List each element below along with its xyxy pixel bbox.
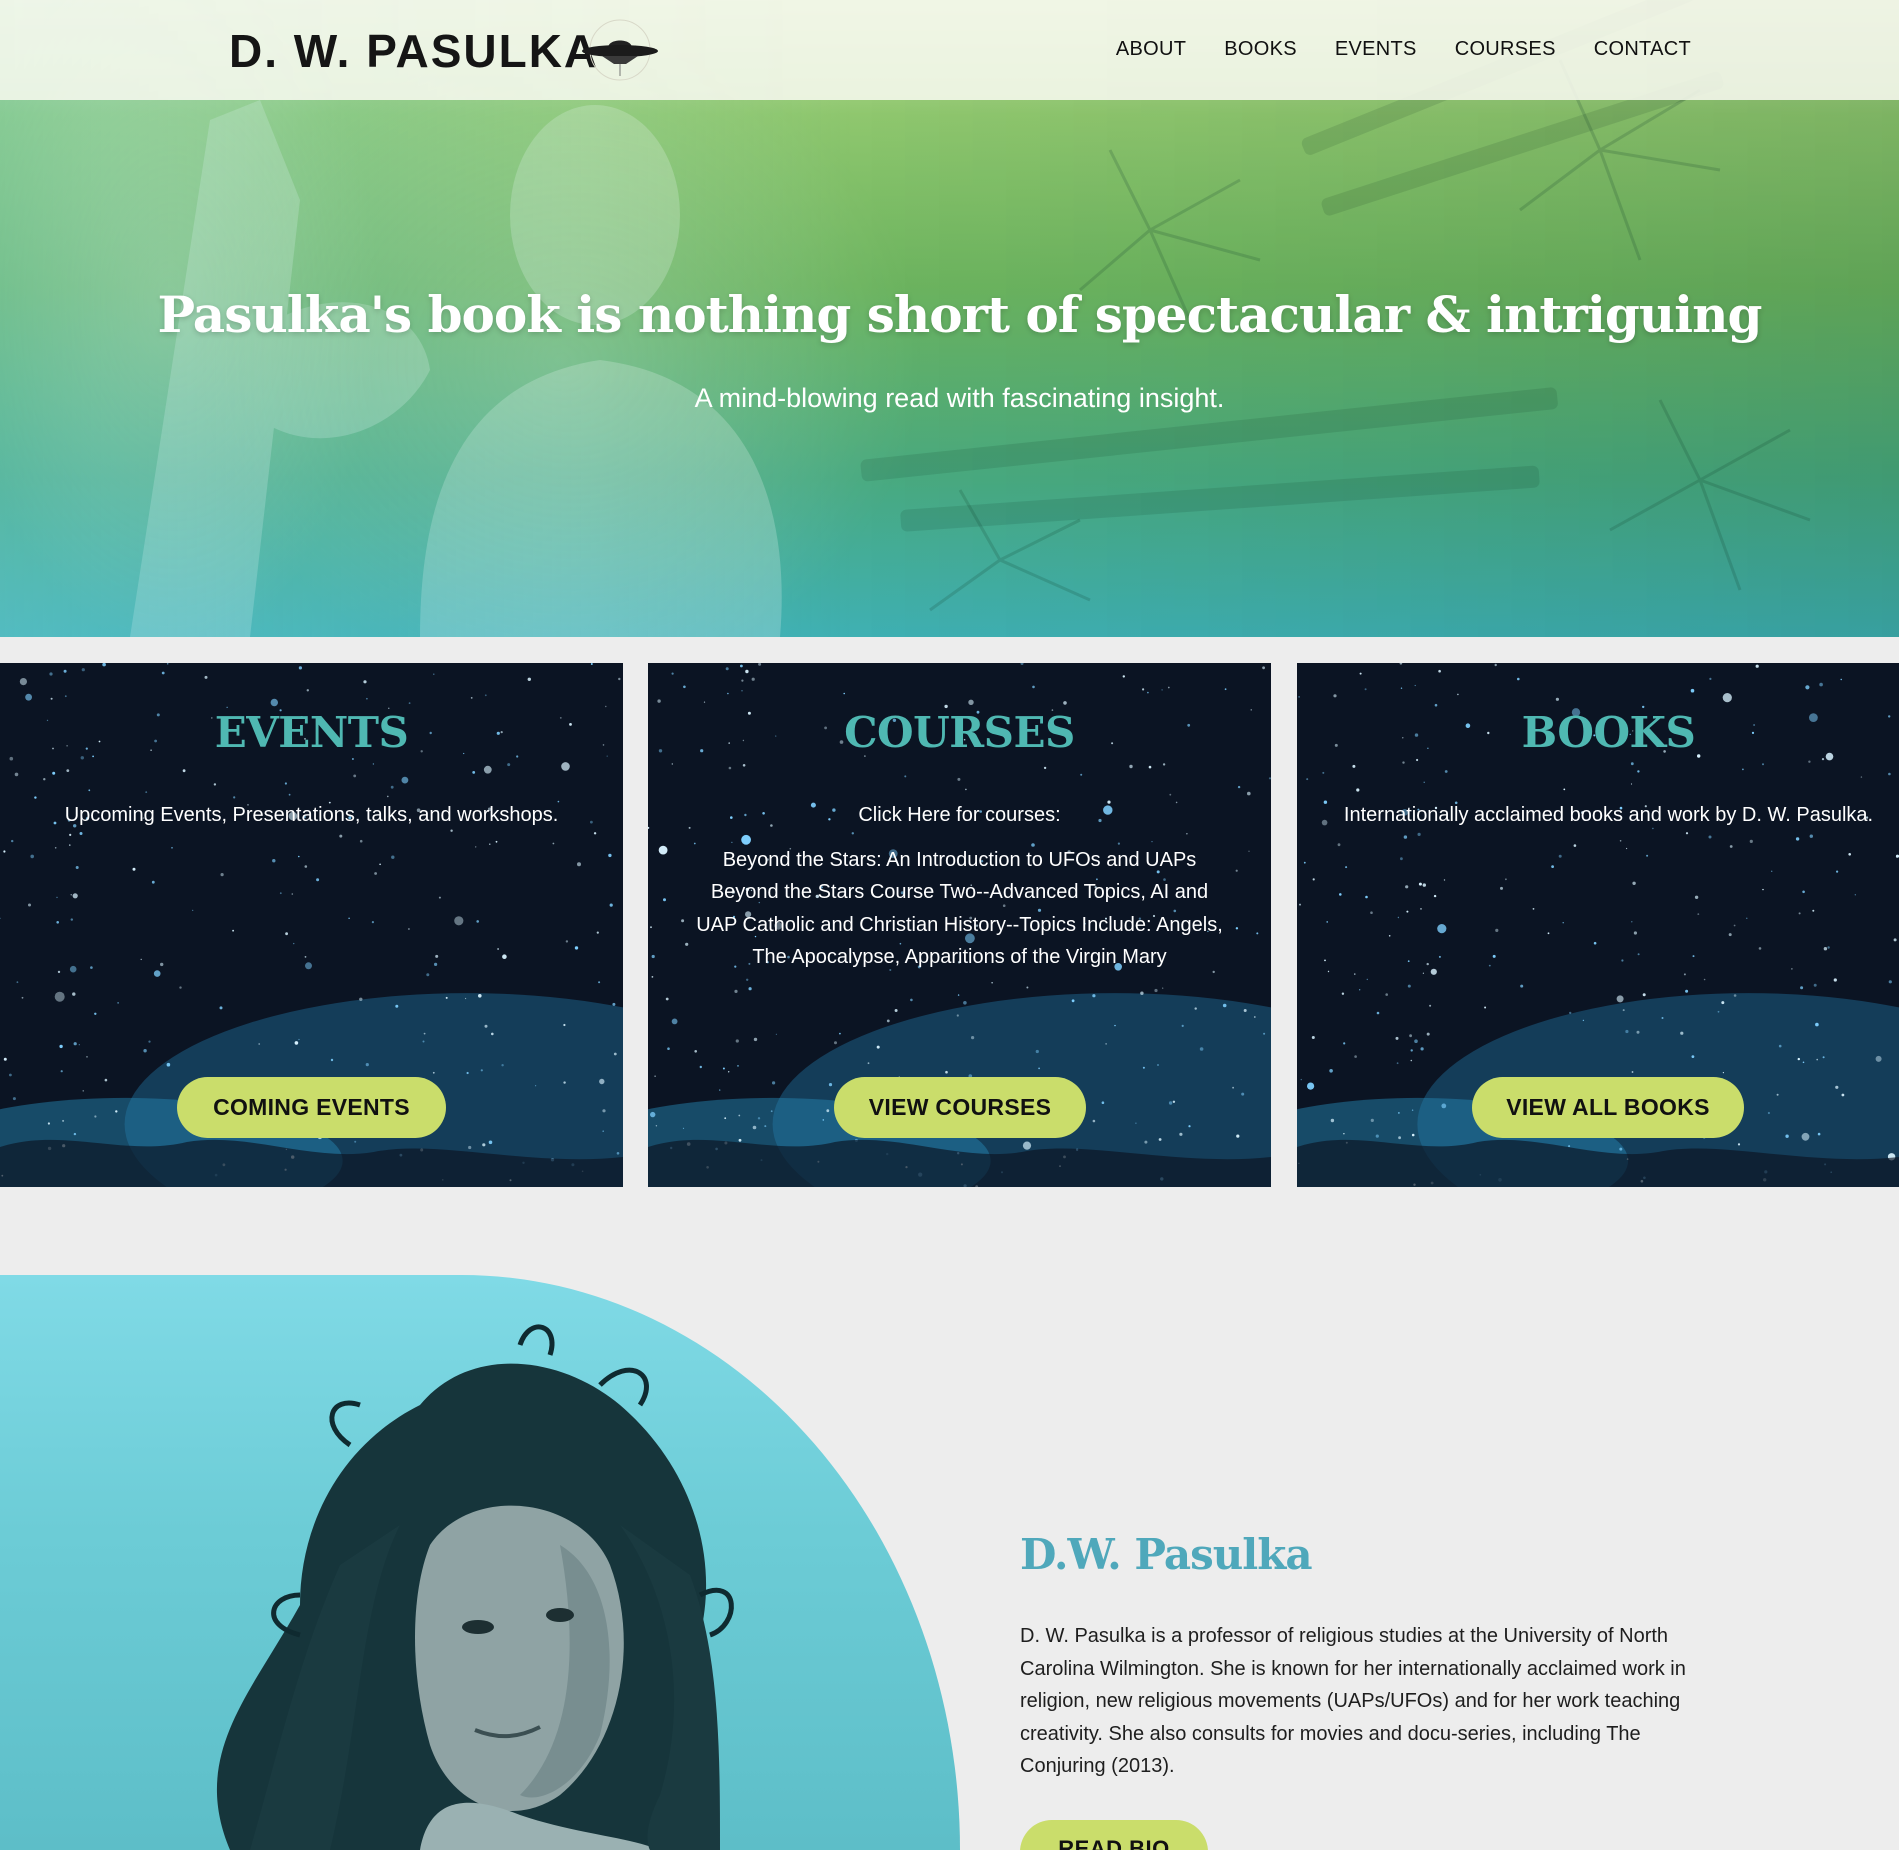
events-card-description: Upcoming Events, Presentations, talks, a… <box>64 804 559 826</box>
coming-events-button[interactable]: COMING EVENTS <box>177 1077 446 1138</box>
events-card: EVENTS Upcoming Events, Presentations, t… <box>0 663 623 1187</box>
hero-title: Pasulka's book is nothing short of spect… <box>157 285 1763 344</box>
main-nav: ABOUT BOOKS EVENTS COURSES CONTACT <box>1116 38 1691 61</box>
site-header: D. W. PASULKA ABOUT BOOKS EVENTS COURSES… <box>0 0 1899 100</box>
courses-card-list[interactable]: Beyond the Stars: An Introduction to UFO… <box>688 844 1231 974</box>
courses-card-intro: Click Here for courses: <box>858 804 1061 826</box>
nav-about[interactable]: ABOUT <box>1116 38 1186 61</box>
nav-events[interactable]: EVENTS <box>1335 38 1417 61</box>
courses-card-text: Click Here for courses: Beyond the Stars… <box>688 799 1231 986</box>
events-card-text: Upcoming Events, Presentations, talks, a… <box>40 799 583 844</box>
bio-heading: D.W. Pasulka <box>1020 1530 1313 1579</box>
books-card-title: BOOKS <box>1521 708 1696 757</box>
events-card-title: EVENTS <box>214 708 409 757</box>
ufo-icon[interactable] <box>580 18 660 82</box>
books-card-description: Internationally acclaimed books and work… <box>1343 804 1874 826</box>
bio-text: D. W. Pasulka is a professor of religiou… <box>1020 1625 1686 1777</box>
view-courses-button[interactable]: VIEW COURSES <box>834 1077 1086 1138</box>
read-bio-button[interactable]: READ BIO <box>1020 1820 1208 1850</box>
courses-card-title: COURSES <box>844 708 1075 757</box>
courses-card: COURSES Click Here for courses: Beyond t… <box>648 663 1271 1187</box>
books-card-text: Internationally acclaimed books and work… <box>1337 799 1880 844</box>
hero-subtitle: A mind-blowing read with fascinating ins… <box>694 383 1225 413</box>
books-card: BOOKS Internationally acclaimed books an… <box>1297 663 1899 1187</box>
bio-photo-panel <box>0 1275 960 1850</box>
nav-contact[interactable]: CONTACT <box>1594 38 1691 61</box>
view-all-books-button[interactable]: VIEW ALL BOOKS <box>1472 1077 1744 1138</box>
author-portrait <box>216 1324 734 1850</box>
site-logo-text[interactable]: D. W. PASULKA <box>229 24 599 78</box>
nav-courses[interactable]: COURSES <box>1455 38 1556 61</box>
nav-books[interactable]: BOOKS <box>1224 38 1297 61</box>
